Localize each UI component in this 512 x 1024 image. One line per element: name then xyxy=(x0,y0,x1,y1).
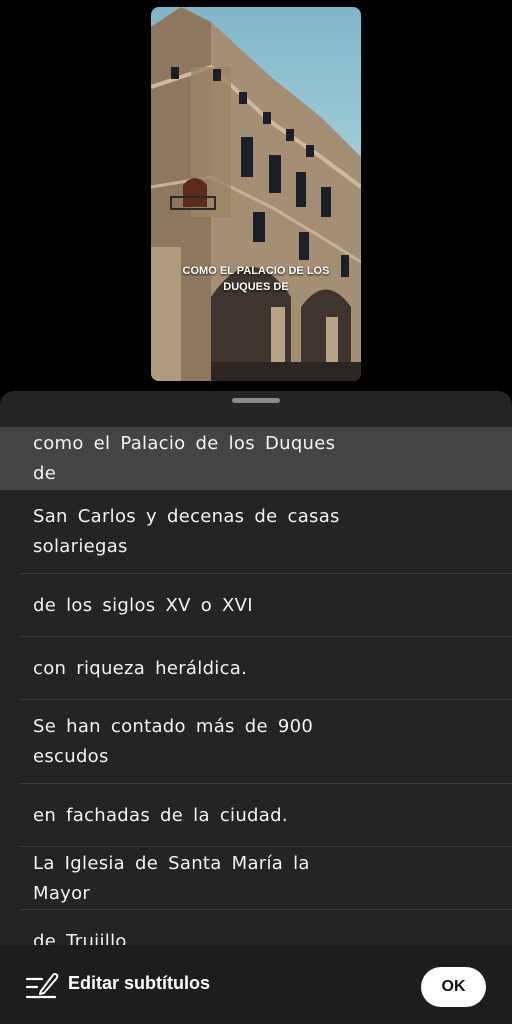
subtitle-text: con riqueza heráldica. xyxy=(33,657,248,679)
building-image xyxy=(151,7,361,381)
preview-caption: COMO EL PALACIO DE LOS DUQUES DE xyxy=(182,265,330,293)
subtitle-row[interactable]: Se han contado más de 900 escudos xyxy=(0,700,512,784)
subtitle-row[interactable]: de los siglos XV o XVI xyxy=(0,574,512,637)
subtitle-row[interactable]: San Carlos y decenas de casas solariegas xyxy=(0,490,512,574)
ok-button[interactable]: OK xyxy=(421,967,486,1007)
subtitle-text: La Iglesia de Santa María la Mayor xyxy=(33,852,310,904)
footer-bar: Editar subtítulos OK xyxy=(0,945,512,1024)
subtitle-row[interactable]: La Iglesia de Santa María la Mayor xyxy=(0,847,512,910)
subtitles-sheet: como el Palacio de los Duques de San Car… xyxy=(0,391,512,1024)
subtitle-row[interactable]: de Trujillo xyxy=(0,910,512,946)
subtitle-row[interactable]: con riqueza heráldica. xyxy=(0,637,512,700)
subtitle-text: San Carlos y decenas de casas solariegas xyxy=(33,506,340,557)
edit-subtitles-icon[interactable] xyxy=(25,971,59,1001)
subtitle-text: en fachadas de la ciudad. xyxy=(33,804,288,826)
video-preview[interactable]: COMO EL PALACIO DE LOS DUQUES DE xyxy=(151,7,361,381)
subtitle-row-selected[interactable]: como el Palacio de los Duques de xyxy=(0,427,512,490)
edit-subtitles-label[interactable]: Editar subtítulos xyxy=(68,973,210,994)
drag-handle[interactable] xyxy=(232,398,280,403)
subtitle-text: de Trujillo xyxy=(33,930,127,946)
subtitle-text: Se han contado más de 900 escudos xyxy=(33,716,314,767)
screen: COMO EL PALACIO DE LOS DUQUES DE como el… xyxy=(0,0,512,1024)
subtitle-row[interactable]: en fachadas de la ciudad. xyxy=(0,784,512,847)
subtitle-text: como el Palacio de los Duques de xyxy=(33,432,336,484)
subtitle-text: de los siglos XV o XVI xyxy=(33,594,253,616)
subtitles-list[interactable]: como el Palacio de los Duques de San Car… xyxy=(0,427,512,945)
